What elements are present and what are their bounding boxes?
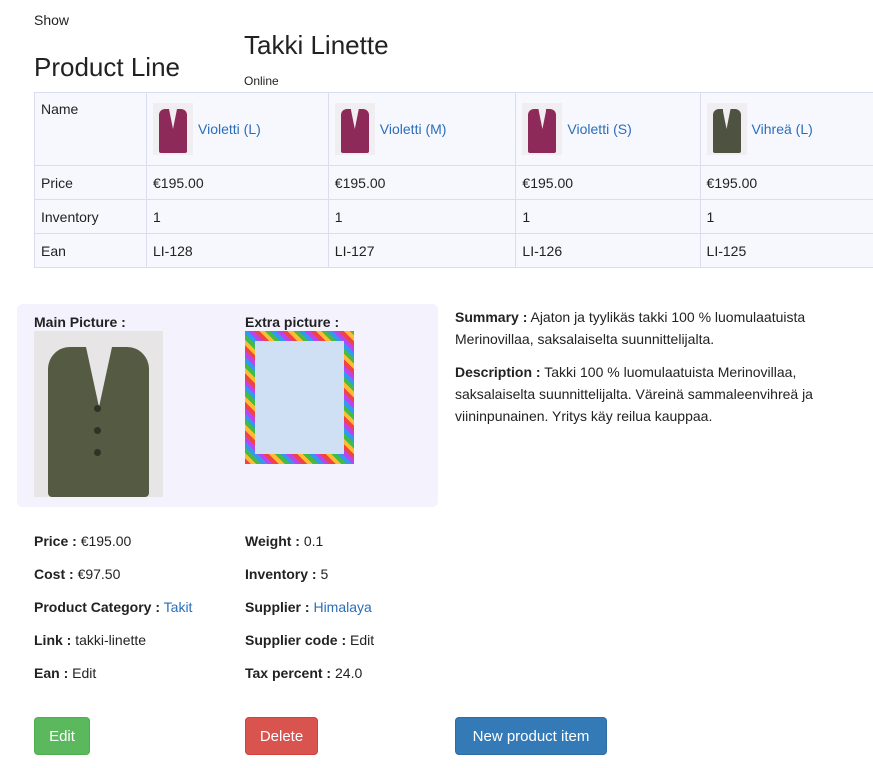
ean-edit[interactable]: Edit bbox=[72, 665, 96, 681]
supplier-field: Supplier : Himalaya bbox=[245, 599, 372, 615]
price-cell: €195.00 bbox=[146, 165, 329, 200]
description-label: Description : bbox=[455, 364, 541, 380]
category-label: Product Category : bbox=[34, 599, 161, 615]
link-value: takki-linette bbox=[75, 632, 147, 648]
link-field: Link : takki-linette bbox=[34, 632, 146, 648]
product-line-title: Product Line bbox=[34, 52, 180, 82]
variant-thumbnail[interactable] bbox=[334, 103, 375, 155]
row-label-price: Price bbox=[34, 165, 147, 200]
product-title: Takki Linette bbox=[244, 30, 389, 60]
ean-cell: LI-127 bbox=[327, 233, 517, 268]
price-cell: €195.00 bbox=[515, 165, 701, 200]
variant-cell: Violetti (L) bbox=[146, 92, 329, 166]
status-text: Online bbox=[244, 74, 279, 88]
ean-cell: LI-125 bbox=[699, 233, 873, 268]
cost-label: Cost : bbox=[34, 566, 74, 582]
delete-button[interactable]: Delete bbox=[245, 717, 318, 755]
ean-cell: LI-128 bbox=[146, 233, 329, 268]
inventory-label: Inventory : bbox=[245, 566, 317, 582]
price-label: Price : bbox=[34, 533, 77, 549]
ean-label: Ean : bbox=[34, 665, 69, 681]
variant-cell: Violetti (M) bbox=[327, 92, 517, 166]
tax-field: Tax percent : 24.0 bbox=[245, 665, 362, 681]
cost-value: €97.50 bbox=[77, 566, 121, 582]
variant-cell: Vihreä (L) bbox=[699, 92, 873, 166]
inventory-cell: 1 bbox=[327, 199, 517, 234]
show-heading: Show bbox=[34, 12, 70, 28]
main-picture-label: Main Picture : bbox=[34, 314, 126, 330]
supplier-label: Supplier : bbox=[245, 599, 310, 615]
link-label: Link : bbox=[34, 632, 72, 648]
supplier-link[interactable]: Himalaya bbox=[313, 599, 371, 615]
main-picture-image[interactable] bbox=[34, 331, 163, 497]
ean-cell: LI-126 bbox=[515, 233, 701, 268]
extra-picture-image[interactable] bbox=[245, 331, 354, 464]
inventory-value: 5 bbox=[320, 566, 329, 582]
supplier-code-edit[interactable]: Edit bbox=[350, 632, 374, 648]
new-product-item-button[interactable]: New product item bbox=[455, 717, 607, 755]
variant-thumbnail[interactable] bbox=[706, 103, 747, 155]
price-field: Price : €195.00 bbox=[34, 533, 131, 549]
extra-picture-label: Extra picture : bbox=[245, 314, 340, 330]
inventory-cell: 1 bbox=[146, 199, 329, 234]
table-row-inventory: Inventory 1 1 1 1 bbox=[34, 199, 873, 234]
variant-link[interactable]: Violetti (M) bbox=[380, 121, 447, 137]
price-cell: €195.00 bbox=[327, 165, 517, 200]
row-label-inventory: Inventory bbox=[34, 199, 147, 234]
variant-thumbnail[interactable] bbox=[153, 103, 193, 155]
variant-link[interactable]: Violetti (L) bbox=[198, 121, 261, 137]
variant-link[interactable]: Vihreä (L) bbox=[752, 121, 813, 137]
ean-field: Ean : Edit bbox=[34, 665, 96, 681]
table-row-price: Price €195.00 €195.00 €195.00 €195.00 bbox=[34, 165, 873, 200]
variant-thumbnail[interactable] bbox=[522, 103, 563, 155]
inventory-cell: 1 bbox=[699, 199, 873, 234]
product-line-table: Name Violetti (L) Violetti (M) Violetti … bbox=[34, 92, 873, 268]
variant-cell: Violetti (S) bbox=[515, 92, 701, 166]
inventory-field: Inventory : 5 bbox=[245, 566, 328, 582]
price-value: €195.00 bbox=[80, 533, 132, 549]
tax-value: 24.0 bbox=[335, 665, 363, 681]
row-label-ean: Ean bbox=[34, 233, 147, 268]
price-cell: €195.00 bbox=[699, 165, 873, 200]
edit-button[interactable]: Edit bbox=[34, 717, 90, 755]
weight-field: Weight : 0.1 bbox=[245, 533, 323, 549]
cost-field: Cost : €97.50 bbox=[34, 566, 120, 582]
summary: Summary : Ajaton ja tyylikäs takki 100 %… bbox=[455, 306, 855, 350]
supplier-code-field: Supplier code : Edit bbox=[245, 632, 374, 648]
table-row-name: Name Violetti (L) Violetti (M) Violetti … bbox=[34, 92, 873, 166]
table-row-ean: Ean LI-128 LI-127 LI-126 LI-125 bbox=[34, 233, 873, 268]
category-link[interactable]: Takit bbox=[164, 599, 193, 615]
category-field: Product Category : Takit bbox=[34, 599, 192, 615]
tax-label: Tax percent : bbox=[245, 665, 332, 681]
supplier-code-label: Supplier code : bbox=[245, 632, 347, 648]
description: Description : Takki 100 % luomulaatuista… bbox=[455, 361, 855, 427]
variant-link[interactable]: Violetti (S) bbox=[567, 121, 631, 137]
weight-value: 0.1 bbox=[303, 533, 324, 549]
weight-label: Weight : bbox=[245, 533, 300, 549]
row-label-name: Name bbox=[34, 92, 147, 166]
inventory-cell: 1 bbox=[515, 199, 701, 234]
summary-label: Summary : bbox=[455, 309, 528, 325]
